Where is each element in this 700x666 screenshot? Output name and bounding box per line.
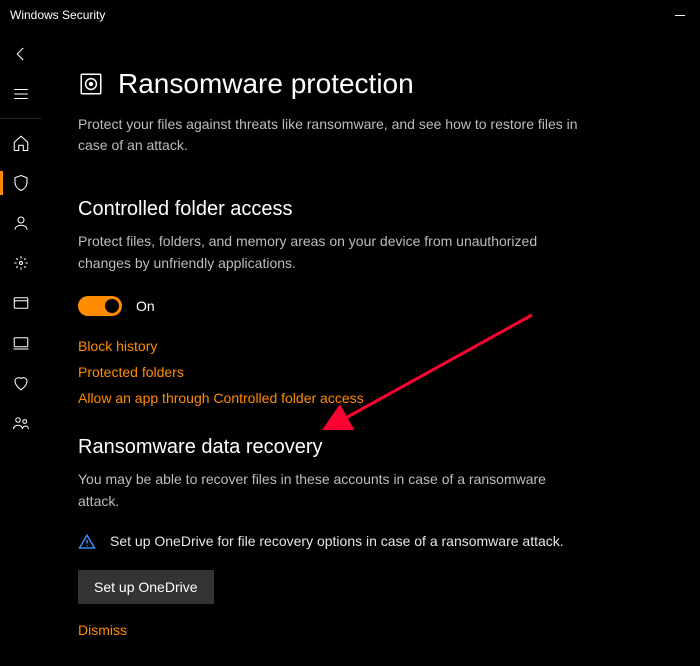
back-arrow-icon	[12, 45, 30, 63]
home-icon	[12, 134, 30, 152]
shield-icon	[12, 174, 30, 192]
nav-account[interactable]	[0, 203, 42, 243]
menu-button[interactable]	[0, 74, 42, 114]
titlebar: Windows Security	[0, 0, 700, 30]
nav-rail	[0, 30, 42, 666]
nav-home[interactable]	[0, 123, 42, 163]
nav-virus-threat[interactable]	[0, 163, 42, 203]
nav-device-security[interactable]	[0, 323, 42, 363]
window-title: Windows Security	[10, 8, 105, 22]
recovery-subtitle: You may be able to recover files in thes…	[78, 469, 588, 512]
family-icon	[12, 414, 30, 432]
app-browser-icon	[12, 294, 30, 312]
back-button[interactable]	[0, 34, 42, 74]
nav-app-browser[interactable]	[0, 283, 42, 323]
device-security-icon	[12, 334, 30, 352]
nav-firewall[interactable]	[0, 243, 42, 283]
recovery-warning-text: Set up OneDrive for file recovery option…	[110, 531, 564, 552]
ransomware-icon	[78, 71, 104, 97]
heart-icon	[12, 374, 30, 392]
hamburger-icon	[12, 85, 30, 103]
cfa-heading: Controlled folder access	[78, 198, 660, 221]
nav-device-performance[interactable]	[0, 363, 42, 403]
link-protected-folders[interactable]: Protected folders	[78, 364, 660, 380]
cfa-toggle[interactable]	[78, 296, 122, 316]
dismiss-link[interactable]: Dismiss	[78, 622, 660, 638]
nav-family[interactable]	[0, 403, 42, 443]
setup-onedrive-button[interactable]: Set up OneDrive	[78, 570, 214, 604]
cfa-subtitle: Protect files, folders, and memory areas…	[78, 231, 588, 274]
link-block-history[interactable]: Block history	[78, 338, 660, 354]
cfa-toggle-label: On	[136, 298, 155, 314]
warning-icon	[78, 533, 96, 551]
toggle-knob	[105, 299, 119, 313]
main-content: Ransomware protection Protect your files…	[42, 30, 700, 666]
firewall-icon	[12, 254, 30, 272]
page-title: Ransomware protection	[118, 68, 414, 100]
person-icon	[12, 214, 30, 232]
minimize-button[interactable]	[674, 9, 686, 21]
link-allow-app[interactable]: Allow an app through Controlled folder a…	[78, 390, 660, 406]
page-subtitle: Protect your files against threats like …	[78, 114, 588, 156]
window-controls	[674, 9, 686, 21]
recovery-heading: Ransomware data recovery	[78, 436, 660, 459]
